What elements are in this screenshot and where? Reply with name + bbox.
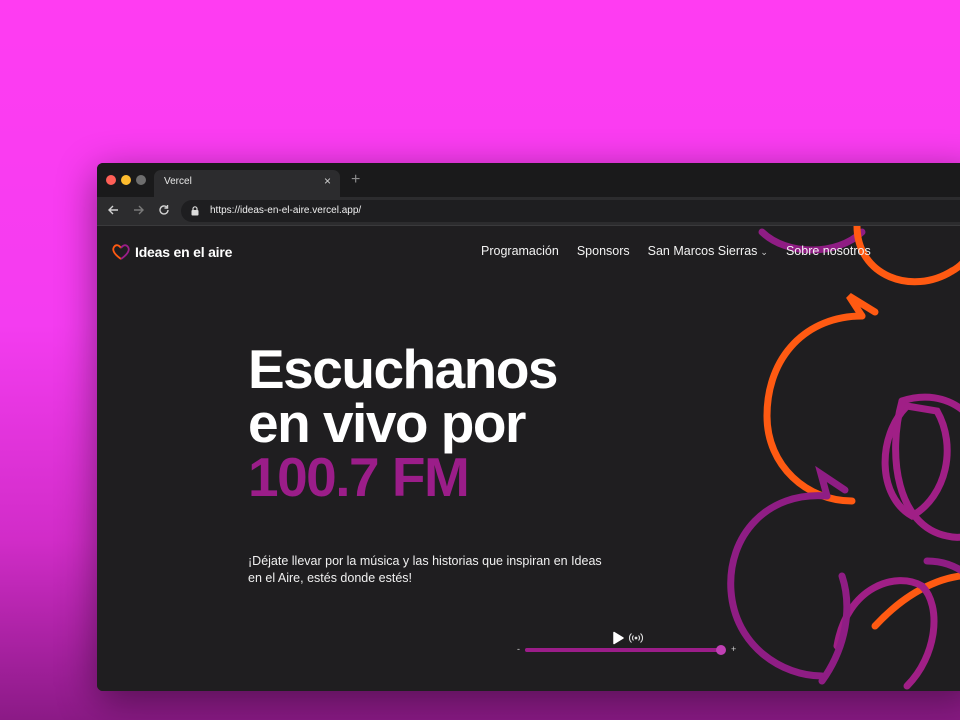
browser-tab[interactable]: Vercel × (154, 170, 340, 197)
hero-line-2: en vivo por (248, 392, 526, 454)
broadcast-icon (629, 633, 643, 643)
hero-description: ¡Déjate llevar por la música y las histo… (248, 554, 602, 585)
volume-fill (525, 648, 721, 652)
forward-arrow-icon[interactable] (130, 202, 148, 220)
browser-toolbar: https://ideas-en-el-aire.vercel.app/ (97, 197, 960, 226)
chevron-down-icon: ⌄ (760, 247, 768, 257)
main-nav: Programación Sponsors San Marcos Sierras… (481, 244, 871, 258)
nav-san-marcos-sierras[interactable]: San Marcos Sierras ⌄ (648, 244, 768, 258)
play-icon[interactable] (611, 631, 625, 645)
brand[interactable]: Ideas en el aire (111, 243, 232, 261)
hero-title: Escuchanos en vivo por 100.7 FM (248, 338, 559, 508)
url-text[interactable]: https://ideas-en-el-aire.vercel.app/ (210, 205, 361, 216)
back-arrow-icon[interactable] (104, 202, 122, 220)
nav-san-marcos-label: San Marcos Sierras (647, 244, 758, 258)
close-window-button[interactable] (106, 175, 116, 185)
nav-programacion[interactable]: Programación (481, 244, 559, 258)
volume-slider[interactable] (525, 645, 726, 655)
new-tab-button[interactable]: + (351, 171, 360, 189)
nav-sobre-nosotros[interactable]: Sobre nosotros (786, 244, 871, 258)
decorative-circle-pattern (727, 226, 960, 690)
browser-window: Vercel × + https://ideas-en-el-aire.verc… (97, 163, 960, 691)
reload-icon[interactable] (155, 202, 173, 220)
lock-icon (191, 206, 199, 216)
tab-bar: Vercel × + (97, 163, 960, 197)
address-bar[interactable]: https://ideas-en-el-aire.vercel.app/ (181, 200, 960, 222)
hero-line-1: Escuchanos (248, 338, 559, 400)
volume-knob[interactable] (716, 645, 726, 655)
volume-down-button[interactable]: - (517, 644, 520, 654)
nav-sponsors[interactable]: Sponsors (577, 244, 630, 258)
volume-up-button[interactable]: + (731, 644, 736, 654)
brand-name: Ideas en el aire (135, 244, 233, 260)
maximize-window-button[interactable] (136, 175, 146, 185)
minimize-window-button[interactable] (121, 175, 131, 185)
tab-title: Vercel (164, 176, 192, 187)
page-viewport: Ideas en el aire Programación Sponsors S… (97, 226, 960, 691)
radio-player: - + (515, 628, 745, 658)
heart-logo-icon (112, 244, 130, 260)
hero-frequency: 100.7 FM (248, 446, 470, 508)
tab-close-icon[interactable]: × (324, 174, 331, 188)
